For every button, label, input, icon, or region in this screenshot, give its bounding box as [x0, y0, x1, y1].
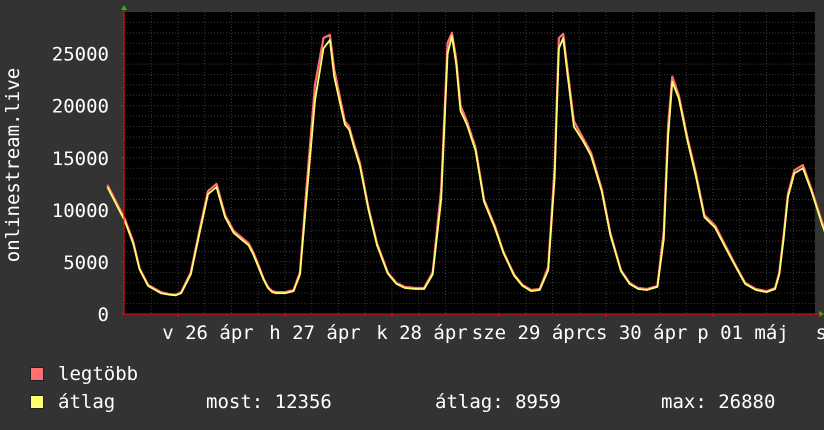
stat-current: most: 12356 [206, 391, 332, 413]
x-tick-label: cs 30 ápr [585, 322, 688, 344]
line-chart: 0 5000 10000 15000 20000 25000 v 26 ápr h 27 á… [2, 5, 824, 344]
stat-max: max: 26880 [661, 391, 776, 413]
x-tick-label: p 01 máj [697, 322, 789, 344]
legend-swatch-avg [30, 395, 44, 409]
legend-item-avg: átlag most: 12356 átlag: 8959 max: 26880 [30, 391, 820, 413]
legend-label-max: legtöbb [58, 363, 139, 385]
y-tick-label: 0 [98, 304, 109, 326]
x-tick-label: k 28 ápr [376, 322, 468, 344]
x-tick-label: sze 29 ápr [472, 322, 586, 344]
y-tick-labels: 0 5000 10000 15000 20000 25000 [52, 44, 109, 326]
x-tick-label: szo 02 [816, 322, 824, 344]
x-tick-labels: v 26 ápr h 27 ápr k 28 ápr sze 29 áprcs 30 … [162, 322, 824, 344]
y-tick-label: 20000 [52, 96, 109, 118]
legend-swatch-max [30, 367, 44, 381]
y-axis-arrow [121, 5, 127, 10]
legend-item-max: legtöbb [30, 363, 138, 385]
plot-background [124, 12, 815, 314]
y-tick-label: 15000 [52, 148, 109, 170]
x-tick-label: v 26 ápr [162, 322, 254, 344]
x-tick-label: h 27 ápr [269, 322, 361, 344]
stat-average: átlag: 8959 [435, 391, 561, 413]
y-tick-label: 25000 [52, 44, 109, 66]
y-tick-label: 5000 [63, 252, 109, 274]
y-axis-label: onlinestream.live [2, 68, 24, 262]
y-tick-label: 10000 [52, 200, 109, 222]
legend-label-avg: átlag [58, 391, 116, 413]
